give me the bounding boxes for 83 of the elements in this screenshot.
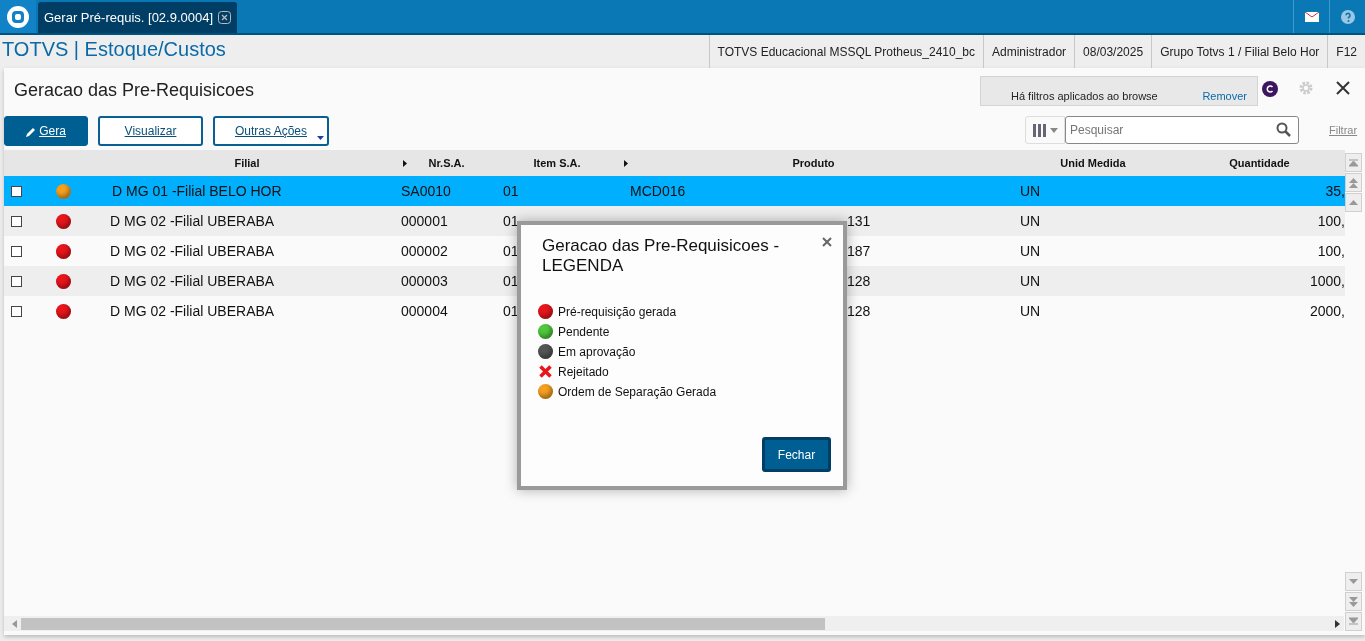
dialog-title: Geracao das Pre-Requisicoes - LEGENDA: [542, 236, 781, 276]
table-cell: 000002: [401, 242, 448, 259]
table-cell[interactable]: D MG 02 -Filial UBERABA: [100, 236, 394, 266]
column-header[interactable]: Filial: [234, 156, 260, 169]
table-cell: 01: [503, 242, 519, 259]
table-cell: 000004: [401, 302, 448, 319]
row-checkbox[interactable]: [11, 216, 22, 228]
action-button[interactable]: Outras Ações: [213, 116, 329, 146]
table-cell: 187: [847, 242, 871, 259]
legend-label: Ordem de Separação Gerada: [558, 383, 717, 401]
close-icon[interactable]: [1336, 81, 1350, 95]
user-avatar-icon[interactable]: [1262, 81, 1278, 97]
close-icon[interactable]: [218, 11, 232, 24]
column-arrow-icon[interactable]: [624, 160, 628, 167]
table-cell: 01: [503, 182, 519, 199]
legend-label: Pendente: [558, 323, 610, 341]
scroll-bottom-icon: [1349, 617, 1358, 626]
page-title: Geracao das Pre-Requisicoes: [14, 79, 255, 102]
table-cell: 01: [503, 302, 519, 319]
search-icon[interactable]: [1276, 122, 1291, 137]
columns-button[interactable]: [1025, 116, 1065, 144]
search-field[interactable]: Pesquisar: [1065, 116, 1299, 144]
app-logo[interactable]: [0, 0, 36, 33]
table-cell: 000003: [401, 272, 448, 289]
column-header[interactable]: Produto: [792, 156, 835, 169]
caret-icon: [317, 136, 324, 140]
table-cell: 1000,: [1309, 272, 1345, 289]
row-checkbox[interactable]: [11, 276, 22, 288]
filter-notice-link[interactable]: Há filtros aplicados ao browse: [1011, 87, 1158, 104]
module-tab[interactable]: Gerar Pré-requis. [02.9.0004]: [38, 2, 238, 33]
tab-title: Gerar Pré-requis. [02.9.0004]: [44, 8, 214, 27]
remove-filter-link[interactable]: Remover: [1202, 87, 1257, 104]
table-cell: 01: [503, 212, 519, 229]
down-icon: [1349, 579, 1358, 584]
table-cell: UN: [1020, 212, 1041, 229]
table-cell: UN: [1020, 302, 1041, 319]
filter-link[interactable]: Filtrar: [1329, 121, 1358, 139]
legend-label: Pré-requisição gerada: [558, 303, 677, 321]
table-cell[interactable]: D MG 02 -Filial UBERABA: [100, 206, 394, 236]
mail-icon: [1304, 11, 1319, 22]
table-cell: 000001: [401, 212, 448, 229]
column-header[interactable]: Nr.S.A.: [428, 156, 465, 169]
columns-icon: [1032, 123, 1047, 137]
left-arrow-icon: [12, 619, 17, 628]
module-title: TOTVS | Estoque/Custos: [1, 37, 226, 62]
legend-label: Rejeitado: [558, 363, 609, 381]
close-dialog-button[interactable]: Fechar: [762, 437, 831, 472]
table-cell: 128: [847, 302, 871, 319]
right-arrow-icon: [1335, 619, 1340, 628]
caret-icon: [1049, 127, 1058, 133]
row-checkbox[interactable]: [11, 246, 22, 258]
double-down-icon: [1349, 596, 1358, 607]
table-cell: 35,: [1325, 182, 1345, 199]
scrollbar-thumb[interactable]: [21, 617, 825, 630]
table-cell: 100,: [1317, 242, 1345, 259]
pencil-icon: [26, 126, 37, 137]
table-cell: UN: [1020, 242, 1041, 259]
row-checkbox[interactable]: [11, 306, 22, 318]
table-cell: MCD016: [630, 182, 686, 199]
table-cell: SA0010: [401, 182, 451, 199]
table-cell: UN: [1020, 272, 1041, 289]
table-cell: 01: [503, 272, 519, 289]
action-button[interactable]: Gera: [4, 116, 88, 146]
table-cell: 131: [847, 212, 871, 229]
table-cell[interactable]: D MG 01 -Filial BELO HOR: [100, 176, 394, 206]
table-cell: 100,: [1317, 212, 1345, 229]
horizontal-scrollbar[interactable]: [4, 616, 1344, 631]
table-cell: UN: [1020, 182, 1041, 199]
help-icon: [1340, 9, 1355, 24]
up-icon: [1349, 200, 1358, 205]
close-icon[interactable]: [822, 237, 832, 247]
column-arrow-icon[interactable]: [403, 160, 407, 167]
table-cell[interactable]: D MG 02 -Filial UBERABA: [100, 266, 394, 296]
column-header[interactable]: Quantidade: [1229, 156, 1290, 169]
table-cell: 2000,: [1309, 302, 1345, 319]
logo-icon: [6, 4, 30, 29]
row-checkbox[interactable]: [11, 186, 22, 198]
scroll-top-icon: [1349, 158, 1358, 167]
double-up-icon: [1349, 177, 1358, 188]
table-cell: 128: [847, 272, 871, 289]
action-button[interactable]: Visualizar: [98, 116, 203, 146]
table-cell[interactable]: D MG 02 -Filial UBERABA: [100, 296, 394, 326]
legend-label: Em aprovação: [558, 343, 636, 361]
